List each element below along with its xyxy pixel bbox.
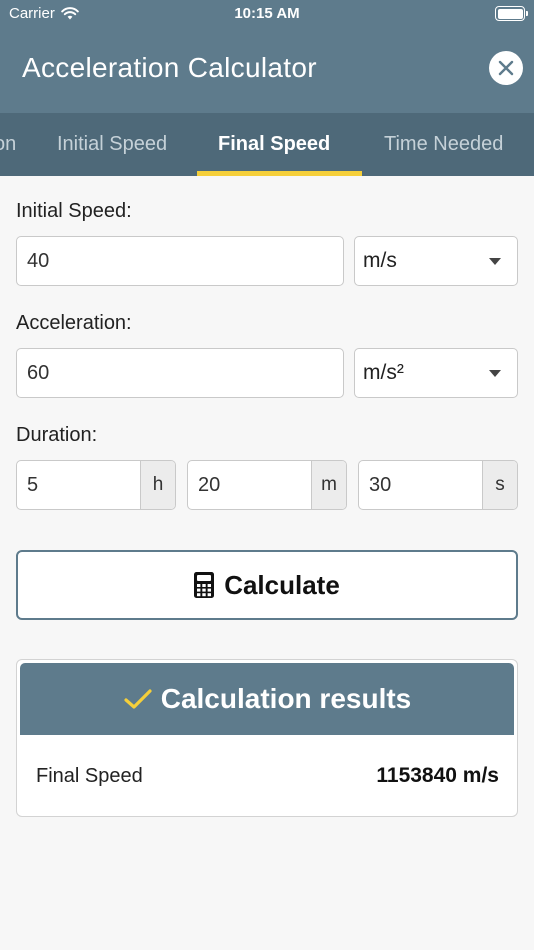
acceleration-unit-value: m/s² — [363, 361, 404, 384]
initial-speed-label: Initial Speed: — [16, 200, 132, 222]
duration-hours-field: 5 h — [16, 460, 176, 510]
duration-seconds-field: 30 s — [358, 460, 518, 510]
acceleration-input[interactable]: 60 — [16, 348, 344, 398]
initial-speed-unit-value: m/s — [363, 249, 397, 272]
acceleration-unit-select[interactable]: m/s² — [354, 348, 518, 398]
tab-initial-speed[interactable]: Initial Speed — [57, 113, 167, 176]
results-card: Calculation results Final Speed 1153840 … — [16, 659, 518, 817]
close-button[interactable] — [489, 51, 523, 85]
calculator-icon — [194, 572, 215, 598]
result-label-final-speed: Final Speed — [36, 765, 143, 787]
close-icon — [498, 60, 514, 76]
initial-speed-input[interactable]: 40 — [16, 236, 344, 286]
tab-bar: on Initial Speed Final Speed Time Needed — [0, 113, 534, 176]
duration-seconds-unit: s — [482, 461, 517, 509]
duration-minutes-field: 20 m — [187, 460, 347, 510]
active-tab-indicator — [197, 171, 362, 176]
duration-seconds-input[interactable]: 30 — [359, 461, 482, 509]
checkmark-icon — [124, 689, 152, 709]
acceleration-label: Acceleration: — [16, 312, 132, 334]
result-value-final-speed: 1153840 m/s — [376, 764, 499, 787]
duration-minutes-input[interactable]: 20 — [188, 461, 311, 509]
initial-speed-unit-select[interactable]: m/s — [354, 236, 518, 286]
calculate-button-label: Calculate — [224, 569, 340, 600]
duration-hours-unit: h — [140, 461, 175, 509]
page-title: Acceleration Calculator — [22, 52, 317, 83]
tab-acceleration[interactable]: on — [0, 113, 16, 176]
status-bar: Carrier 10:15 AM — [0, 0, 534, 28]
results-title: Calculation results — [160, 683, 412, 714]
chevron-down-icon — [489, 370, 501, 377]
results-header: Calculation results — [20, 663, 514, 735]
battery-icon — [495, 6, 528, 21]
duration-minutes-unit: m — [311, 461, 346, 509]
app-header: Carrier 10:15 AM Acceleration Calculator… — [0, 0, 534, 176]
tab-final-speed[interactable]: Final Speed — [218, 113, 330, 176]
calculate-button[interactable]: Calculate — [16, 550, 518, 620]
clock: 10:15 AM — [234, 5, 300, 22]
tab-time-needed[interactable]: Time Needed — [384, 113, 503, 176]
duration-label: Duration: — [16, 424, 98, 446]
chevron-down-icon — [489, 258, 501, 265]
duration-hours-input[interactable]: 5 — [17, 461, 140, 509]
